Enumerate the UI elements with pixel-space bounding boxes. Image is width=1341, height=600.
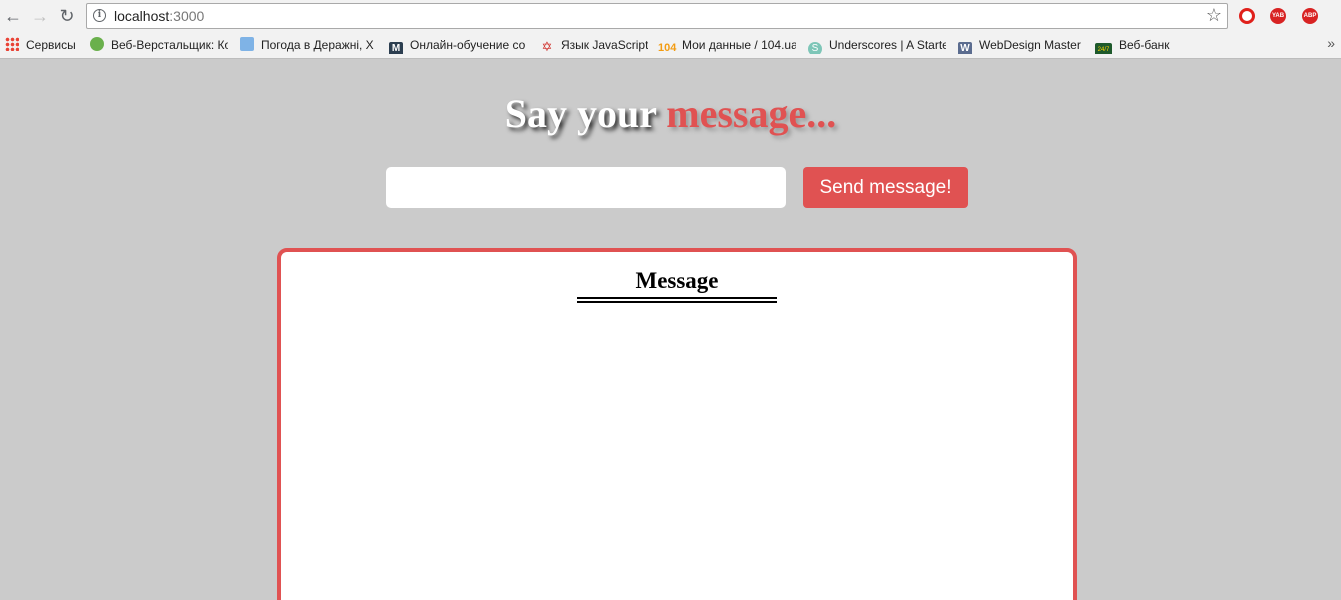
bank-logo-icon: 24/7 (1095, 43, 1112, 54)
bookmark-online-learning[interactable]: M Онлайн-обучение со (389, 37, 527, 54)
104-logo-icon: 104 (658, 42, 677, 54)
apps-grid-icon (5, 37, 19, 51)
bookmark-webbank[interactable]: 24/7 Веб-банк (1095, 37, 1175, 54)
wdm-logo-icon: W (958, 42, 972, 54)
adblock-extension-icon[interactable]: ABP (1302, 8, 1318, 24)
bookmarks-overflow-icon[interactable]: » (1327, 35, 1335, 51)
headline-part2: message... (666, 91, 837, 136)
message-panel: Message (277, 248, 1077, 600)
send-message-button[interactable]: Send message! (803, 167, 968, 208)
panel-title: Message (635, 268, 719, 293)
site-info-icon[interactable]: i (93, 9, 106, 22)
bookmark-104[interactable]: 104 Мои данные / 104.ua (658, 37, 796, 54)
title-double-rule (577, 297, 777, 303)
bookmark-web-verstalshik[interactable]: Веб-Верстальщик: Ко (90, 37, 228, 54)
forward-icon[interactable]: → (30, 6, 50, 26)
bookmark-apps[interactable]: Сервисы (5, 37, 83, 54)
leaf-icon (90, 37, 104, 51)
underscores-logo-icon: S (808, 42, 822, 54)
message-input[interactable] (386, 167, 786, 208)
bookmark-underscores[interactable]: S Underscores | A Starte (808, 37, 946, 54)
bookmark-javascript[interactable]: ✡ Язык JavaScript (540, 37, 648, 54)
reload-icon[interactable]: ↻ (57, 6, 77, 26)
url-text[interactable]: localhost:3000 (114, 8, 204, 24)
back-icon[interactable]: ← (3, 6, 23, 26)
browser-toolbar: ← → ↻ i localhost:3000 ☆ YAB ABP (0, 0, 1341, 32)
address-bar[interactable]: i localhost:3000 ☆ (86, 3, 1228, 29)
bookmark-webdesign-master[interactable]: W WebDesign Master (958, 37, 1088, 54)
weather-icon (240, 37, 254, 51)
bookmark-weather[interactable]: Погода в Деражні, Х (240, 37, 376, 54)
tower-icon: ✡ (541, 39, 553, 54)
page-headline: Say your message... (0, 92, 1341, 136)
headline-part1: Say your (504, 91, 657, 136)
yab-extension-icon[interactable]: YAB (1270, 8, 1286, 24)
bookmarks-bar: Сервисы Веб-Верстальщик: Ко Погода в Дер… (0, 32, 1341, 59)
opera-extension-icon[interactable] (1239, 8, 1255, 24)
bookmark-star-icon[interactable]: ☆ (1206, 5, 1222, 26)
m-logo-icon: M (389, 42, 403, 54)
